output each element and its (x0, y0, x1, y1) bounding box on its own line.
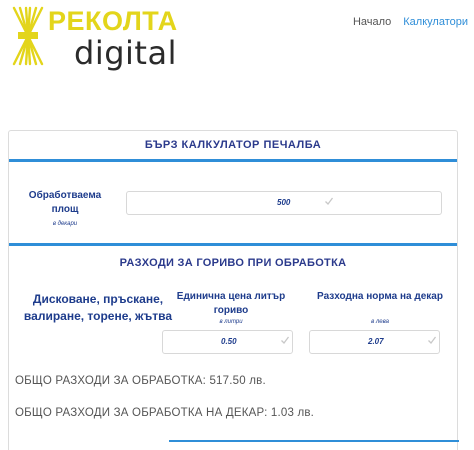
area-input[interactable]: 500 (126, 191, 442, 215)
title-divider (9, 159, 457, 162)
site-logo[interactable]: РЕКОЛТА digital (8, 4, 178, 74)
area-unit: в декари (52, 221, 78, 227)
main-nav: Начало Калкулатори (353, 16, 468, 28)
check-icon (427, 335, 437, 347)
fuel-section-title: РАЗХОДИ ЗА ГОРИВО ПРИ ОБРАБОТКА (119, 257, 347, 269)
check-icon (280, 335, 290, 347)
fuel-price-unit: в литри (219, 319, 243, 325)
calculator-title: БЪРЗ КАЛКУЛАТОР ПЕЧАЛБА (144, 139, 322, 151)
total-cost: ОБЩО РАЗХОДИ ЗА ОБРАБОТКА: 517.50 лв. (15, 375, 266, 387)
total-cost-per-decare: ОБЩО РАЗХОДИ ЗА ОБРАБОТКА НА ДЕКАР: 1.03… (15, 407, 315, 419)
fuel-price-label: Единична цена литър гориво (176, 291, 286, 316)
fuel-price-input[interactable]: 0.50 (162, 330, 293, 354)
bottom-divider (169, 440, 459, 442)
check-icon (324, 196, 334, 208)
section-divider (9, 243, 457, 246)
area-label: Обработваема площ (28, 190, 102, 215)
site-header: РЕКОЛТА digital Начало Калкулатори (0, 0, 474, 80)
logo-top-text: РЕКОЛТА (48, 6, 178, 36)
consumption-rate-input[interactable]: 2.07 (309, 330, 440, 354)
consumption-rate-value: 2.07 (368, 337, 384, 346)
wheat-logo-icon (12, 6, 44, 66)
nav-home-link[interactable]: Начало (353, 16, 391, 28)
consumption-rate-unit: в лева (371, 319, 389, 325)
fuel-price-value: 0.50 (221, 337, 237, 346)
nav-calculators-link[interactable]: Калкулатори (403, 16, 468, 28)
profit-calculator-card: БЪРЗ КАЛКУЛАТОР ПЕЧАЛБА Обработваема пло… (8, 130, 459, 450)
area-value: 500 (277, 198, 291, 207)
consumption-rate-label: Разходна норма на декар (317, 291, 443, 302)
logo-bottom-text: digital (74, 34, 177, 72)
operations-label: Дисковане, пръскане, валиране, торене, ж… (23, 292, 173, 323)
